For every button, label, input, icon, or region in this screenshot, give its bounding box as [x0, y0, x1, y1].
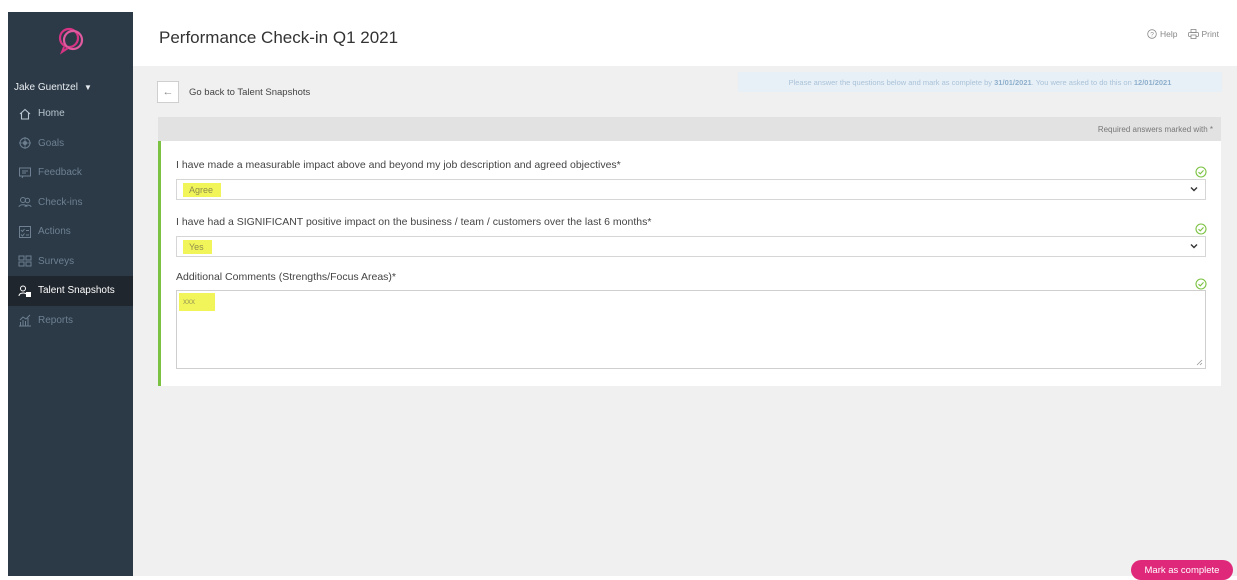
feedback-icon [18, 166, 32, 180]
target-icon [18, 136, 32, 150]
help-link[interactable]: ? Help [1147, 29, 1178, 39]
main-panel: ← Go back to Talent Snapshots Please ans… [133, 66, 1237, 576]
comments-textarea[interactable]: xxx [176, 290, 1206, 369]
sidebar-item-surveys[interactable]: Surveys [8, 247, 133, 277]
sidebar-item-label: Home [38, 108, 65, 120]
print-label: Print [1201, 29, 1219, 39]
notice-asked-date: 12/01/2021 [1133, 77, 1172, 87]
question-1-label: I have made a measurable impact above an… [176, 159, 621, 171]
chevron-down-icon [1190, 187, 1198, 192]
sidebar-item-check-ins[interactable]: Check-ins [8, 188, 133, 218]
mark-complete-button[interactable]: Mark as complete [1131, 560, 1233, 580]
svg-text:?: ? [1150, 31, 1154, 38]
required-note: Required answers marked with * [1097, 124, 1213, 134]
logo-icon [58, 27, 83, 55]
sidebar-nav: Home Goals Feedback Check-ins Actions Su… [8, 99, 133, 335]
sidebar-item-label: Talent Snapshots [38, 285, 115, 297]
resize-handle-icon[interactable] [1195, 358, 1203, 366]
logo[interactable] [8, 12, 133, 68]
back-label[interactable]: Go back to Talent Snapshots [189, 87, 310, 98]
sidebar-item-label: Feedback [38, 167, 82, 179]
printer-icon [1187, 29, 1199, 39]
home-icon [18, 107, 32, 121]
survey-icon [18, 254, 32, 268]
question-card: I have made a measurable impact above an… [158, 141, 1221, 386]
sidebar-item-label: Reports [38, 314, 74, 326]
sidebar-item-talent-snapshots[interactable]: Talent Snapshots [8, 276, 133, 306]
sidebar-item-label: Goals [38, 137, 65, 149]
back-button[interactable]: ← [157, 81, 179, 103]
print-link[interactable]: Print [1187, 29, 1219, 39]
notice-mid: . You were asked to do this on [1031, 77, 1132, 87]
sidebar-item-feedback[interactable]: Feedback [8, 158, 133, 188]
sidebar-item-label: Surveys [38, 255, 75, 267]
people-icon [18, 195, 32, 209]
comments-value: xxx [179, 293, 215, 311]
help-icon: ? [1147, 29, 1157, 39]
chevron-down-icon [1190, 244, 1198, 249]
help-label: Help [1160, 29, 1178, 39]
arrow-left-icon: ← [162, 86, 174, 98]
sidebar-item-reports[interactable]: Reports [8, 306, 133, 336]
required-note-bar: Required answers marked with * [158, 117, 1221, 141]
check-circle-icon [1195, 278, 1207, 290]
check-circle-icon [1195, 166, 1207, 178]
question-2-select[interactable]: Yes [176, 236, 1206, 257]
back-bar: ← Go back to Talent Snapshots [157, 77, 457, 107]
user-name: Jake Guentzel [14, 82, 78, 93]
sidebar-item-label: Check-ins [38, 196, 83, 208]
question-2-label: I have had a SIGNIFICANT positive impact… [176, 216, 652, 228]
user-menu[interactable]: Jake Guentzel ▼ [14, 82, 92, 93]
question-1-value: Agree [183, 182, 222, 197]
question-3-label: Additional Comments (Strengths/Focus Are… [176, 271, 397, 283]
talent-icon [18, 284, 32, 298]
notice-prefix: Please answer the questions below and ma… [788, 77, 993, 87]
check-circle-icon [1195, 223, 1207, 235]
chart-icon [18, 313, 32, 327]
sidebar-item-goals[interactable]: Goals [8, 129, 133, 159]
sidebar-item-label: Actions [38, 226, 71, 238]
sidebar: Jake Guentzel ▼ Home Goals Feedback Chec… [8, 12, 133, 576]
question-1-select[interactable]: Agree [176, 179, 1206, 200]
caret-down-icon: ▼ [83, 83, 92, 92]
sidebar-item-actions[interactable]: Actions [8, 217, 133, 247]
question-2-value: Yes [183, 239, 212, 254]
notice-due-date: 31/01/2021 [994, 77, 1032, 87]
checklist-icon [18, 225, 32, 239]
page-title: Performance Check-in Q1 2021 [159, 28, 399, 47]
sidebar-item-home[interactable]: Home [8, 99, 133, 129]
top-links: ? Help Print [1147, 29, 1219, 39]
due-notice: Please answer the questions below and ma… [738, 72, 1222, 92]
